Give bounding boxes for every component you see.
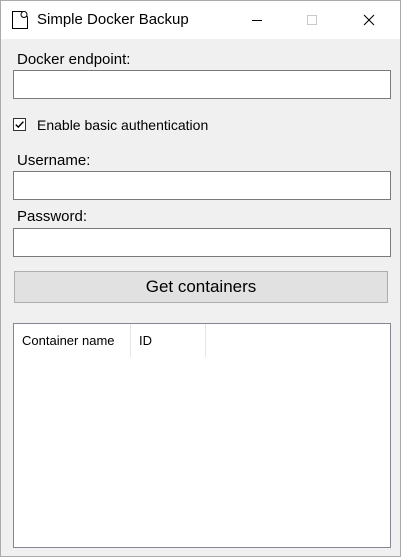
minimize-button[interactable] xyxy=(234,1,280,39)
minimize-icon xyxy=(252,20,262,21)
basic-auth-checkbox[interactable] xyxy=(13,118,26,131)
close-icon xyxy=(363,14,375,26)
list-header: Container name ID xyxy=(14,324,390,357)
close-button[interactable] xyxy=(346,1,392,39)
app-icon xyxy=(11,10,29,30)
get-containers-button[interactable]: Get containers xyxy=(14,271,388,303)
basic-auth-label[interactable]: Enable basic authentication xyxy=(37,117,208,133)
maximize-button xyxy=(289,1,335,39)
username-label: Username: xyxy=(17,152,91,169)
column-header-id[interactable]: ID xyxy=(131,324,206,357)
app-window: Simple Docker Backup Docker endpoint: En… xyxy=(0,0,401,557)
containers-list[interactable]: Container name ID xyxy=(13,323,391,548)
password-label: Password: xyxy=(17,208,88,225)
column-header-container-name[interactable]: Container name xyxy=(14,324,131,357)
endpoint-input[interactable] xyxy=(13,70,391,99)
username-input[interactable] xyxy=(13,171,391,200)
password-input[interactable] xyxy=(13,228,391,257)
window-title: Simple Docker Backup xyxy=(37,11,189,28)
endpoint-label: Docker endpoint: xyxy=(17,51,131,68)
maximize-icon xyxy=(307,15,317,25)
title-bar[interactable]: Simple Docker Backup xyxy=(1,1,400,39)
checkmark-icon xyxy=(15,121,24,129)
